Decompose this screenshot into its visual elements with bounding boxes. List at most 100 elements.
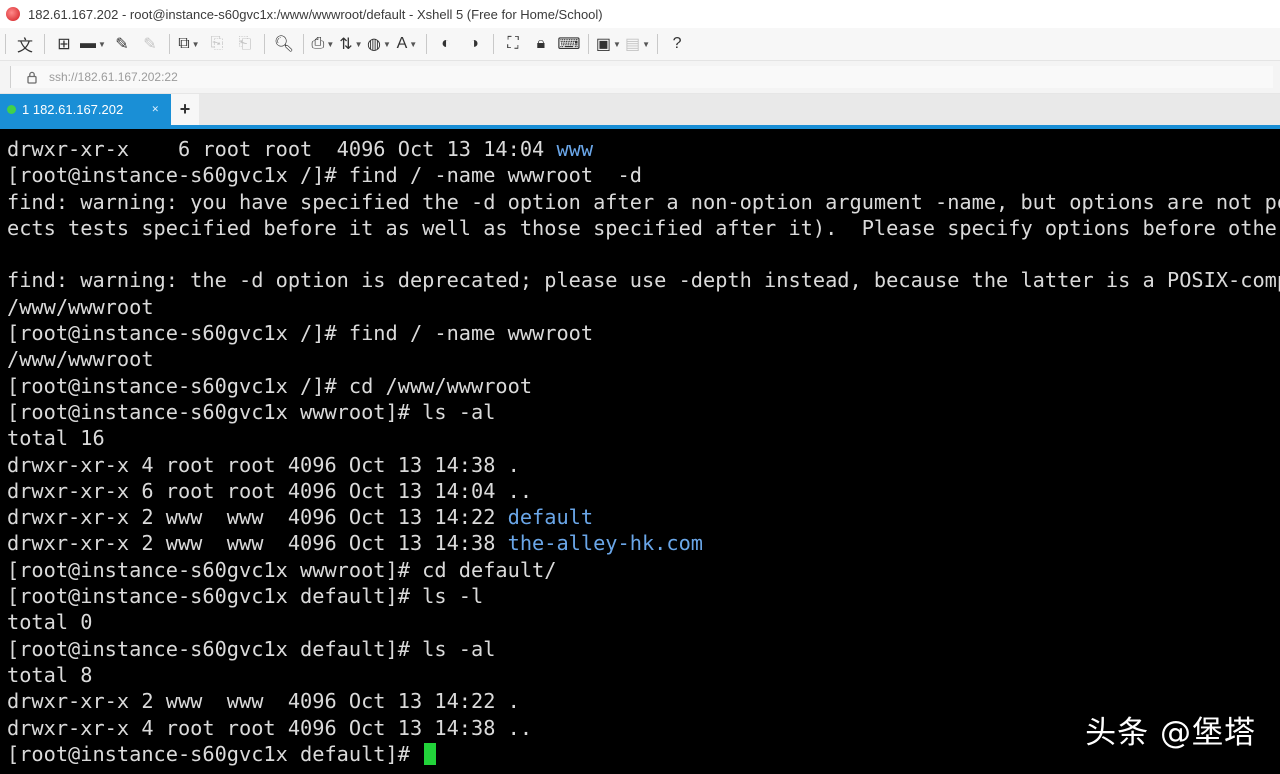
terminal-line: drwxr-xr-x 4 root root 4096 Oct 13 14:38… (7, 452, 1280, 478)
toolbar-separator (425, 34, 427, 54)
terminal-line: [root@instance-s60gvc1x /]# cd /www/wwwr… (7, 373, 1280, 399)
window-title: 182.61.167.202 - root@instance-s60gvc1x:… (28, 6, 603, 22)
lock-button[interactable]: 🔒︎ (529, 32, 553, 56)
paste-button[interactable]: ⎗ (233, 32, 257, 56)
keyboard-button[interactable]: ⌨ (557, 32, 581, 56)
fullscreen-icon: ⛶ (507, 35, 519, 52)
terminal-area[interactable]: drwxr-xr-x 6 root root 4096 Oct 13 14:04… (0, 129, 1280, 774)
toolbar-separator (5, 34, 6, 54)
layout-button[interactable]: ▤ ▼ (625, 32, 650, 56)
tab-close-icon[interactable]: ✕ (151, 104, 159, 115)
copy-icon: ⎘ (210, 35, 224, 52)
terminal-output: drwxr-xr-x 6 root root 4096 Oct 13 14:04… (7, 136, 1280, 767)
terminal-line: ects tests specified before it as well a… (7, 215, 1280, 241)
terminal-text: [root@instance-s60gvc1x wwwroot]# ls -al (7, 399, 496, 424)
find-button[interactable]: 🔍︎ (272, 32, 296, 56)
directory-name: www (556, 137, 594, 161)
xshell-app-icon[interactable] (6, 7, 20, 21)
copy-button[interactable]: ⎘ (205, 32, 229, 56)
new-session-button[interactable]: ⊞ (52, 32, 76, 56)
xftp-icon: ◐ (441, 35, 451, 52)
terminal-line: [root@instance-s60gvc1x /]# find / -name… (7, 162, 1280, 188)
title-bar: 182.61.167.202 - root@instance-s60gvc1x:… (0, 0, 1280, 29)
toolbar: 文 ⊞ ▬ ▼ ✎ ✎ ⧉ ▼ ⎘ ⎗ 🔍︎ ⎙ ▼ ⇅ ▼ ◍ ▼ A ▼ ◐ ◑ ⛶ 🔒︎ ⌨ ▣ ▼ ▤ ▼? (0, 28, 1280, 61)
terminal-line: total 16 (7, 425, 1280, 451)
script-button[interactable]: ▣ ▼ (596, 32, 621, 56)
fullscreen-button[interactable]: ⛶ (501, 32, 525, 56)
terminal-line: drwxr-xr-x 6 root root 4096 Oct 13 14:04… (7, 136, 1280, 162)
terminal-text: drwxr-xr-x 6 root root 4096 Oct 13 14:04… (7, 478, 533, 503)
font-icon: A (396, 35, 408, 52)
terminal-line: [root@instance-s60gvc1x wwwroot]# cd def… (7, 557, 1280, 583)
new-tab-button[interactable]: + (171, 94, 199, 125)
terminal-text: [root@instance-s60gvc1x default]# ls -al (7, 636, 496, 661)
terminal-line: drwxr-xr-x 2 www www 4096 Oct 13 14:22 d… (7, 504, 1280, 530)
transfer-button[interactable]: ⇅ ▼ (339, 32, 363, 56)
folder-open-icon: ▬ (80, 35, 96, 52)
toolbar-separator (168, 34, 170, 54)
toolbar-separator (657, 34, 659, 54)
globe-icon: ◍ (366, 36, 381, 53)
connect-button[interactable]: ✎ (110, 32, 134, 56)
terminal-line: total 8 (7, 662, 1280, 688)
disconnect-button[interactable]: ✎ (138, 32, 162, 56)
directory-name: default (507, 505, 594, 530)
new-session-icon: ⊞ (57, 36, 71, 53)
print-icon: ⎙ (311, 35, 325, 52)
terminal-text: [root@instance-s60gvc1x /]# cd /www/wwwr… (7, 373, 533, 398)
tab-session-1[interactable]: 1 182.61.167.202 ✕ (0, 94, 171, 125)
terminal-text: [root@instance-s60gvc1x wwwroot]# cd def… (7, 557, 557, 582)
terminal-text: find: warning: the -d option is deprecat… (7, 268, 1280, 293)
terminal-line: /www/wwwroot (7, 346, 1280, 372)
find-icon: 🔍︎ (273, 36, 295, 53)
chevron-down-icon: ▼ (191, 39, 200, 49)
chevron-down-icon: ▼ (613, 39, 621, 49)
chevron-down-icon: ▼ (409, 39, 418, 49)
lock-icon: 🔒︎ (536, 35, 546, 52)
xftp-button[interactable]: ◐ (434, 32, 458, 56)
terminal-text: /www/wwwroot (7, 347, 154, 372)
address-bar: ssh://182.61.167.202:22 (0, 61, 1280, 94)
tab-label: 1 182.61.167.202 (22, 102, 124, 117)
help-icon: ? (672, 35, 682, 52)
keyboard-icon: ⌨ (557, 36, 581, 53)
properties-button[interactable]: ⧉ ▼ (177, 32, 201, 56)
watermark: 头条 @堡塔 (1085, 715, 1256, 751)
disconnect-icon: ✎ (143, 36, 157, 53)
terminal-line: /www/wwwroot (7, 294, 1280, 320)
globe-button[interactable]: ◍ ▼ (367, 32, 391, 56)
toolbar-separator (44, 34, 45, 54)
terminal-text: total 0 (7, 610, 93, 635)
terminal-line: find: warning: the -d option is deprecat… (7, 267, 1280, 293)
terminal-line: drwxr-xr-x 6 root root 4096 Oct 13 14:04… (7, 478, 1280, 504)
toolbar-separator (492, 34, 494, 54)
terminal-text: total 16 (7, 426, 105, 451)
terminal-line: total 0 (7, 609, 1280, 635)
terminal-text: [root@instance-s60gvc1x default]# ls -l (7, 584, 484, 609)
address-field[interactable]: ssh://182.61.167.202:22 (10, 66, 1273, 88)
chevron-down-icon: ▼ (354, 39, 363, 49)
directory-name: the-alley-hk.com (507, 531, 703, 556)
terminal-text: drwxr-xr-x 2 www www 4096 Oct 13 14:22 . (7, 689, 520, 714)
chevron-down-icon: ▼ (98, 39, 106, 49)
lock-icon (23, 71, 41, 84)
toolbar-separator (587, 34, 589, 54)
terminal-text: total 8 (7, 662, 93, 687)
text-button[interactable]: 文 (13, 32, 37, 56)
help-button[interactable]: ? (665, 32, 689, 56)
paste-icon: ⎗ (238, 35, 252, 52)
transfer-icon: ⇅ (339, 36, 353, 53)
chevron-down-icon: ▼ (642, 39, 651, 49)
font-button[interactable]: A ▼ (395, 32, 419, 56)
properties-icon: ⧉ (178, 35, 190, 52)
xmanager-icon: ◑ (469, 35, 479, 52)
terminal-line: [root@instance-s60gvc1x default]# ls -al (7, 636, 1280, 662)
terminal-line: [root@instance-s60gvc1x default]# ls -l (7, 583, 1280, 609)
folder-open-button[interactable]: ▬ ▼ (80, 32, 106, 56)
xmanager-button[interactable]: ◑ (462, 32, 486, 56)
chevron-down-icon: ▼ (382, 39, 391, 49)
toolbar-separator (263, 34, 265, 54)
print-button[interactable]: ⎙ ▼ (311, 32, 335, 56)
terminal-text: drwxr-xr-x 2 www www 4096 Oct 13 14:22 (7, 505, 508, 530)
